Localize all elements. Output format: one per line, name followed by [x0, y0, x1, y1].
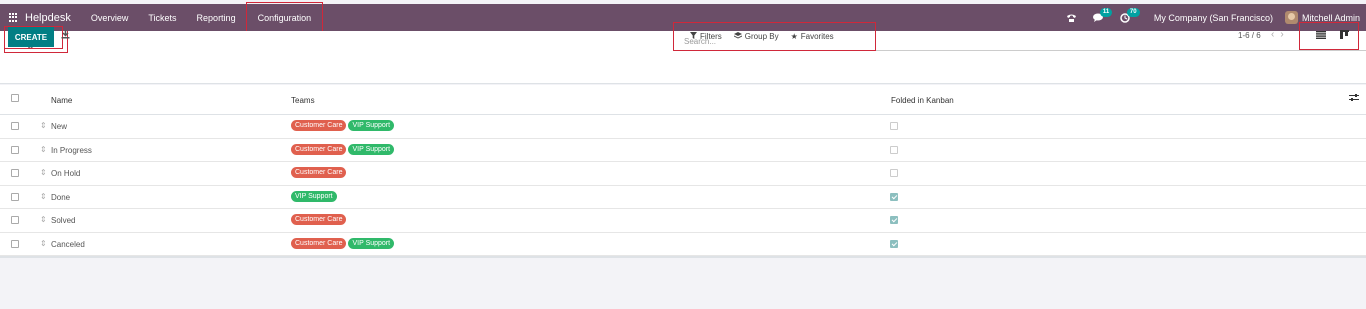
stage-name: On Hold: [51, 169, 81, 178]
column-header-teams[interactable]: Teams: [291, 96, 315, 105]
table-row[interactable]: ⇕ On Hold Customer Care: [0, 162, 1366, 186]
group-by-label: Group By: [744, 32, 779, 41]
team-tag: VIP Support: [291, 190, 337, 202]
row-select-checkbox[interactable]: [11, 216, 19, 224]
menu-tickets[interactable]: Tickets: [138, 4, 186, 31]
table-row[interactable]: ⇕ Solved Customer Care: [0, 209, 1366, 233]
table-body: ⇕ New Customer Care VIP Support ⇕ In Progress…: [0, 115, 1366, 256]
messages-count-badge: 11: [1099, 8, 1113, 17]
user-avatar[interactable]: [1284, 11, 1298, 24]
list-view-icon[interactable]: [1316, 30, 1326, 42]
stage-name: Solved: [51, 216, 76, 225]
drag-handle-icon[interactable]: ⇕: [40, 215, 47, 224]
team-tag: VIP Support: [348, 237, 395, 249]
pager-arrows: ‹›: [1271, 29, 1290, 40]
team-tag: Customer Care: [291, 143, 347, 155]
drag-handle-icon[interactable]: ⇕: [40, 145, 47, 154]
activities-clock-icon[interactable]: 70: [1120, 7, 1140, 23]
stage-name: In Progress: [51, 145, 92, 155]
team-tag: Customer Care: [291, 120, 347, 131]
row-select-checkbox[interactable]: [11, 239, 19, 248]
drag-handle-icon[interactable]: ⇕: [40, 121, 47, 130]
user-menu[interactable]: Mitchell Admin: [1302, 13, 1360, 23]
folded-in-kanban-checkbox: [890, 216, 898, 224]
app-brand[interactable]: Helpdesk: [25, 12, 71, 24]
table-row[interactable]: ⇕ New Customer Care VIP Support: [0, 115, 1366, 139]
pager-value[interactable]: 1-6 / 6: [1238, 31, 1261, 40]
layers-icon: [733, 32, 742, 41]
chevron-left-icon[interactable]: ‹: [1271, 29, 1280, 40]
menu-reporting[interactable]: Reporting: [187, 4, 246, 31]
table-row[interactable]: ⇕ Done VIP Support: [0, 186, 1366, 209]
create-button[interactable]: CREATE: [8, 27, 54, 47]
filters-toggle[interactable]: Filters: [690, 32, 722, 41]
folded-in-kanban-checkbox: [890, 239, 898, 248]
column-header-name[interactable]: Name: [51, 96, 72, 105]
chevron-right-icon[interactable]: ›: [1280, 29, 1289, 40]
team-tags: Customer Care: [291, 214, 348, 225]
column-header-folded[interactable]: Folded in Kanban: [891, 96, 954, 105]
stage-name: Done: [51, 192, 71, 202]
team-tag: Customer Care: [291, 237, 347, 249]
table-row[interactable]: ⇕ Canceled Customer Care VIP Support: [0, 233, 1366, 256]
drag-handle-icon[interactable]: ⇕: [40, 239, 47, 248]
table-header: Name Teams Folded in Kanban: [0, 85, 1366, 115]
folded-in-kanban-checkbox: [890, 122, 898, 130]
team-tags: VIP Support: [291, 190, 339, 202]
optional-columns-sliders-icon[interactable]: [1349, 94, 1359, 105]
apps-menu-icon[interactable]: [9, 12, 19, 23]
folded-in-kanban-checkbox: [890, 169, 898, 177]
team-tags: Customer Care VIP Support: [291, 143, 396, 155]
team-tag: Customer Care: [291, 214, 347, 225]
activities-count-badge: 70: [1126, 7, 1140, 17]
team-tags: Customer Care VIP Support: [291, 237, 396, 249]
stages-list: Name Teams Folded in Kanban ⇕ New Customer…: [0, 85, 1366, 258]
team-tags: Customer Care VIP Support: [291, 120, 396, 131]
company-switcher[interactable]: My Company (San Francisco): [1154, 13, 1273, 23]
menu-configuration[interactable]: Configuration: [245, 2, 324, 33]
download-icon[interactable]: [61, 30, 70, 42]
team-tags: Customer Care: [291, 167, 348, 178]
star-icon: ★: [790, 32, 798, 41]
stage-name: Canceled: [51, 239, 85, 249]
drag-handle-icon[interactable]: ⇕: [40, 192, 47, 201]
filter-funnel-icon: [690, 32, 697, 41]
favorites-label: Favorites: [800, 32, 834, 41]
team-tag: Customer Care: [291, 167, 347, 178]
search-options: Filters Group By ★ Favorites: [673, 22, 876, 51]
menu-overview[interactable]: Overview: [79, 4, 139, 31]
row-select-checkbox[interactable]: [11, 169, 19, 177]
main-menu: Overview Tickets Reporting Configuration: [79, 2, 324, 33]
select-all-checkbox[interactable]: [11, 94, 19, 102]
team-tag: VIP Support: [348, 143, 395, 155]
phone-icon[interactable]: [1066, 13, 1077, 23]
table-row[interactable]: ⇕ In Progress Customer Care VIP Support: [0, 139, 1366, 162]
group-by-toggle[interactable]: Group By: [733, 32, 779, 41]
stage-name: New: [51, 122, 68, 131]
favorites-toggle[interactable]: ★ Favorites: [791, 32, 834, 41]
kanban-view-icon[interactable]: [1340, 30, 1349, 39]
row-select-checkbox[interactable]: [11, 192, 19, 201]
messages-icon[interactable]: 11: [1092, 8, 1113, 22]
view-switcher-highlight: [1299, 22, 1359, 50]
folded-in-kanban-checkbox: [890, 192, 898, 201]
row-select-checkbox[interactable]: [11, 122, 19, 130]
folded-in-kanban-checkbox: [890, 145, 898, 154]
drag-handle-icon[interactable]: ⇕: [40, 168, 47, 177]
row-select-checkbox[interactable]: [11, 145, 19, 154]
team-tag: VIP Support: [348, 120, 395, 131]
filters-label: Filters: [700, 32, 722, 41]
